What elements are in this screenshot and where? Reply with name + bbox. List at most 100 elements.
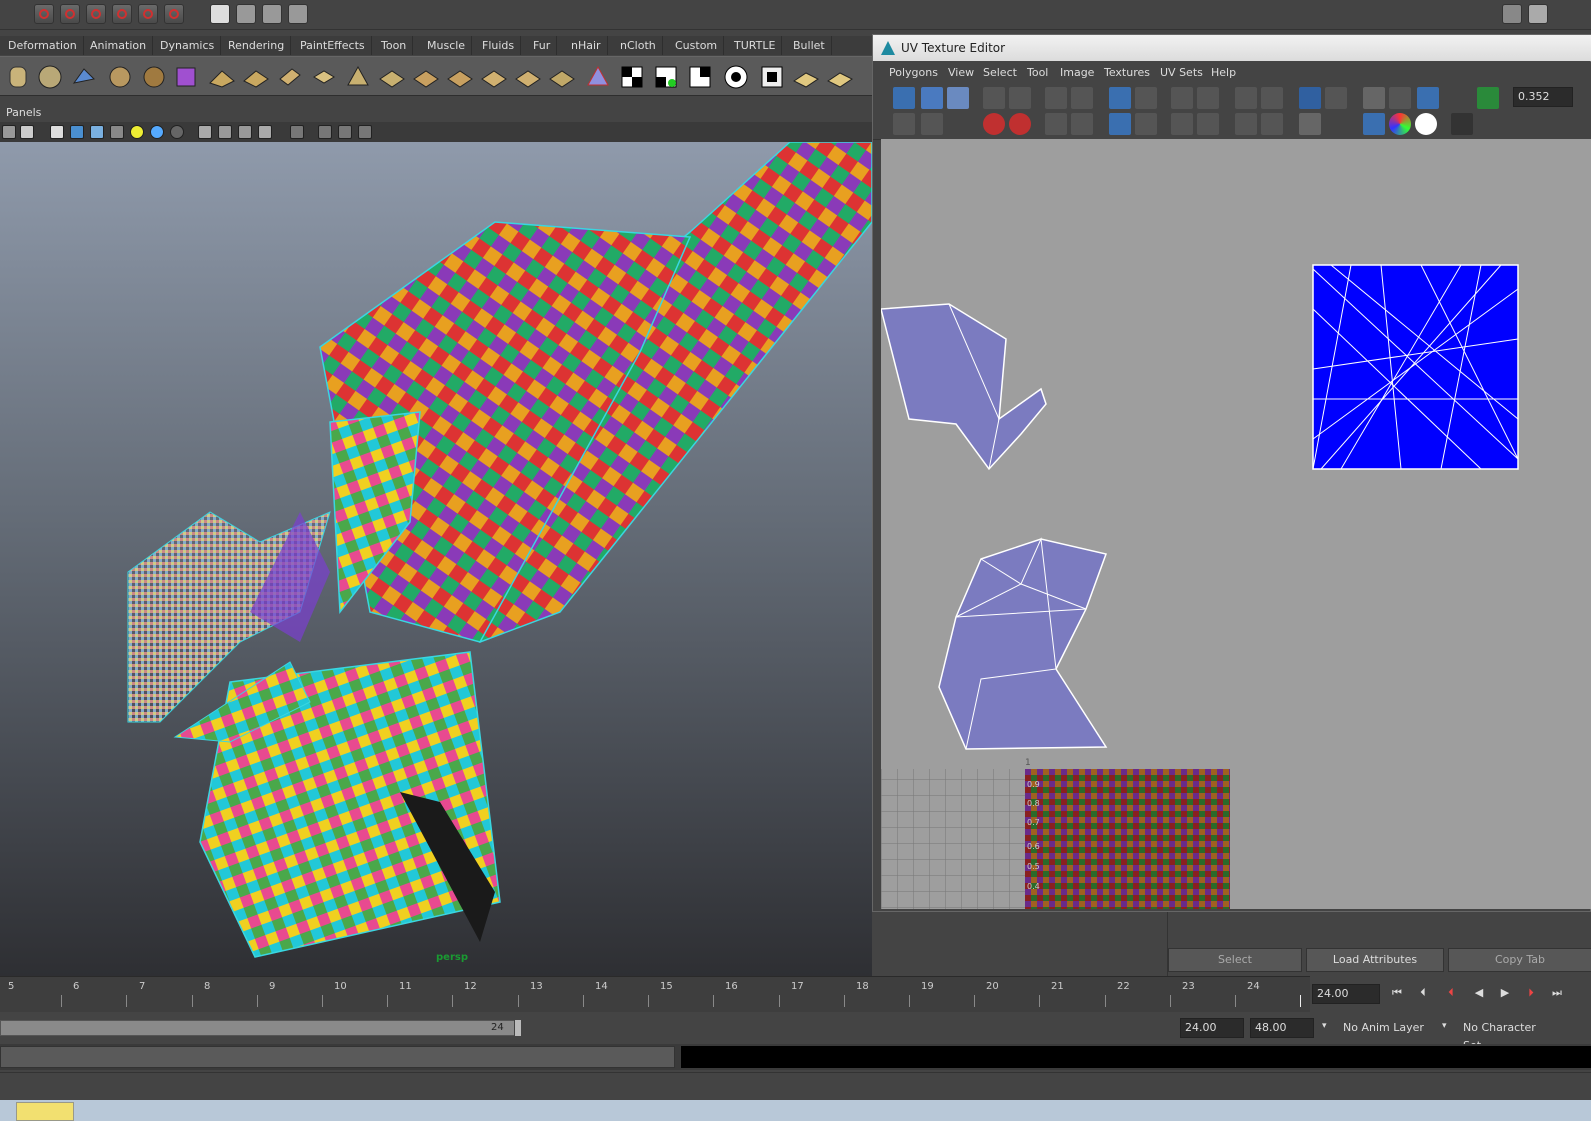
dim-image-icon[interactable] [1299, 113, 1321, 135]
plane-icon[interactable] [208, 63, 236, 91]
automatic-map-icon[interactable] [584, 63, 612, 91]
step-forward-key-icon[interactable]: ⏵ [1522, 986, 1540, 1002]
menu-view[interactable]: View [948, 66, 974, 79]
wireframe-on-shaded-icon[interactable] [90, 125, 104, 139]
shelf-tab-painteffects[interactable]: PaintEffects [294, 36, 372, 55]
snap-point-icon[interactable] [86, 4, 106, 24]
playback-end-field[interactable]: 48.00 [1250, 1018, 1314, 1038]
grid-toggle-icon[interactable] [358, 125, 372, 139]
grid-uv-icon[interactable] [1235, 87, 1257, 109]
play-forward-icon[interactable]: ▶ [1496, 986, 1514, 1002]
layout-uv-icon[interactable] [826, 63, 854, 91]
rotate-cw-icon[interactable] [1009, 113, 1031, 135]
menu-image[interactable]: Image [1060, 66, 1094, 79]
toggle-grid-icon[interactable] [1363, 87, 1385, 109]
menu-uv-sets[interactable]: UV Sets [1160, 66, 1203, 79]
wedge-icon[interactable] [344, 63, 372, 91]
step-back-key-icon[interactable]: ⏴ [1414, 986, 1432, 1002]
center-pivot-icon[interactable] [1071, 113, 1093, 135]
checker-display-icon[interactable] [1451, 87, 1473, 109]
shelf-tab-deformation[interactable]: Deformation [2, 36, 84, 55]
snap-pixels-icon[interactable] [1389, 87, 1411, 109]
range-slider-handle[interactable] [514, 1019, 522, 1037]
flip-u-icon[interactable] [983, 87, 1005, 109]
checker-sphere-icon[interactable] [722, 63, 750, 91]
shelf-tab-turtle[interactable]: TURTLE [728, 36, 783, 55]
isolate-select-icon[interactable] [198, 125, 212, 139]
default-light-icon[interactable] [150, 125, 164, 139]
align-min-u-icon[interactable] [1171, 87, 1193, 109]
view-facing-icon[interactable] [1363, 113, 1385, 135]
align-max-u-icon[interactable] [1197, 87, 1219, 109]
range-slider[interactable]: 24 [0, 1020, 522, 1036]
uv-smudge-icon[interactable] [947, 87, 969, 109]
resolution-gate-icon[interactable] [318, 125, 332, 139]
merge-icon[interactable] [378, 63, 406, 91]
uv-unitize-icon[interactable] [921, 113, 943, 135]
xray-joints-icon[interactable] [238, 125, 252, 139]
step-back-frame-icon[interactable]: ⏴ [1442, 986, 1460, 1002]
polygon-plane-grid-icon[interactable] [36, 63, 64, 91]
copy-uv-icon[interactable] [1451, 113, 1473, 135]
shelf-tab-rendering[interactable]: Rendering [222, 36, 292, 55]
cut-faces-icon[interactable] [446, 63, 474, 91]
menu-help[interactable]: Help [1211, 66, 1236, 79]
menu-select[interactable]: Select [983, 66, 1017, 79]
channel-box-icon[interactable] [1528, 4, 1548, 24]
shelf-tab-ncloth[interactable]: nCloth [614, 36, 663, 55]
straighten-uv-icon[interactable] [1045, 113, 1067, 135]
move-uv-shell-icon[interactable] [921, 87, 943, 109]
split-icon[interactable] [412, 63, 440, 91]
snap-grid-icon[interactable] [34, 4, 54, 24]
uv-shells[interactable]: 1 0.9 0.8 0.7 0.6 0.5 0.4 [881, 139, 1591, 909]
shadows-icon[interactable] [170, 125, 184, 139]
chevron-down-icon[interactable]: ▾ [1442, 1021, 1447, 1031]
character-set-dropdown[interactable]: No Character Set [1458, 1018, 1558, 1052]
cube-icon[interactable] [172, 63, 200, 91]
unfold-uv-icon[interactable] [1109, 113, 1131, 135]
go-to-start-icon[interactable]: ⏮ [1388, 986, 1406, 1002]
checker-icon[interactable] [618, 63, 646, 91]
select-face-icon[interactable] [242, 63, 270, 91]
rotate-uv-icon[interactable] [1045, 87, 1067, 109]
iso-add-icon[interactable] [1261, 113, 1283, 135]
scene-geometry[interactable] [0, 142, 872, 976]
uv-normalize-icon[interactable] [893, 113, 915, 135]
checker-tile-icon[interactable] [758, 63, 786, 91]
filter-icon[interactable] [1325, 87, 1347, 109]
rgb-channels-icon[interactable] [1389, 113, 1411, 135]
go-to-end-icon[interactable]: ⏭ [1548, 986, 1566, 1002]
shelf-tab-nhair[interactable]: nHair [565, 36, 608, 55]
shelf-tab-fluids[interactable]: Fluids [476, 36, 522, 55]
split-uv-icon[interactable] [1135, 87, 1157, 109]
current-frame-marker[interactable] [1300, 995, 1301, 1007]
select-button[interactable]: Select [1168, 948, 1302, 972]
snap-surface-icon[interactable] [138, 4, 158, 24]
uv-lattice-icon[interactable] [893, 87, 915, 109]
psd-icon[interactable] [1477, 87, 1499, 109]
textured-icon[interactable] [110, 125, 124, 139]
ipr-render-icon[interactable] [236, 4, 256, 24]
iso-select-icon[interactable] [1235, 113, 1257, 135]
render-icon[interactable] [210, 4, 230, 24]
shelf-tab-toon[interactable]: Toon [375, 36, 414, 55]
paste-uv-icon[interactable] [1477, 113, 1499, 135]
chevron-down-icon[interactable]: ▾ [1322, 1021, 1327, 1031]
shelf-tab-muscle[interactable]: Muscle [421, 36, 473, 55]
smooth-shade-icon[interactable] [70, 125, 84, 139]
uv-value-field[interactable]: 0.352 [1513, 87, 1573, 107]
shelf-tab-dynamics[interactable]: Dynamics [154, 36, 222, 55]
cut-uv-icon[interactable] [1071, 87, 1093, 109]
menu-polygons[interactable]: Polygons [889, 66, 938, 79]
menu-textures[interactable]: Textures [1104, 66, 1150, 79]
layout-icon[interactable] [1502, 4, 1522, 24]
taskbar-item[interactable] [16, 1102, 74, 1121]
align-max-v-icon[interactable] [1197, 113, 1219, 135]
menu-tool[interactable]: Tool [1027, 66, 1048, 79]
safe-action-icon[interactable] [338, 125, 352, 139]
uv-canvas[interactable]: 1 0.9 0.8 0.7 0.6 0.5 0.4 [881, 139, 1591, 909]
shade-uv-icon[interactable] [1417, 87, 1439, 109]
layout-uvs-icon[interactable] [1135, 113, 1157, 135]
snap-uv-icon[interactable] [1261, 87, 1283, 109]
render-settings-icon[interactable] [262, 4, 282, 24]
